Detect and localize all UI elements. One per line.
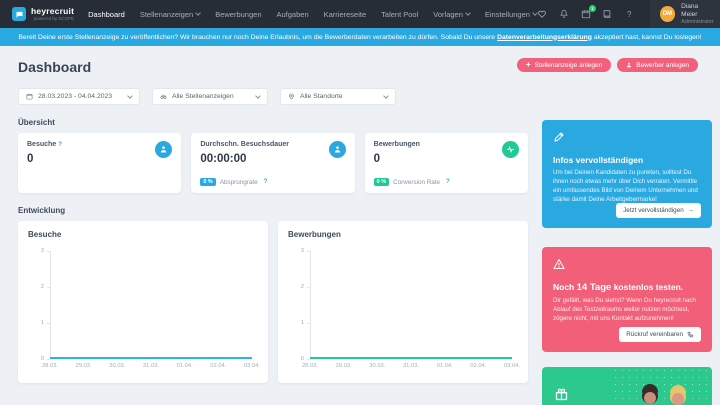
app-logo[interactable]: heyrecruit powered by SCOPE: [12, 5, 75, 22]
notifications-bell-icon[interactable]: [559, 9, 570, 20]
nav-item-dashboard[interactable]: Dashboard: [88, 10, 125, 19]
binoculars-icon: [160, 94, 167, 99]
overview-section-title: Übersicht: [18, 118, 55, 127]
user-menu[interactable]: DM Diana Meier Administrator: [649, 0, 720, 28]
nav-item-karriereseite[interactable]: Karriereseite: [324, 10, 367, 19]
help-icon[interactable]: ?: [58, 142, 62, 148]
visits-card: Besuche? 0: [18, 133, 182, 193]
callback-button[interactable]: Rückruf vereinbaren: [619, 327, 701, 342]
applications-line-chart: 0 1 2 3 28.03. 29.03. 30.03. 31.03. 01.04. 02.04.…: [300, 247, 521, 370]
development-section-title: Entwicklung: [18, 206, 66, 215]
handbook-icon[interactable]: [602, 9, 613, 20]
chevron-down-icon: [195, 10, 202, 16]
conversion-rate-badge: 0 %: [373, 178, 390, 186]
brand-icon: [12, 7, 26, 21]
trial-card-body: Dir gefällt, was Du siehst? Wenn Du heyr…: [553, 297, 696, 322]
map-pin-icon: [289, 93, 294, 100]
visits-chart-card: Besuche 0 1 2 3 28.03. 29.03. 30.03. 31.03. 01.0…: [18, 221, 268, 383]
nav-item-einstellungen[interactable]: Einstellungen: [485, 10, 538, 19]
chevron-down-icon: [127, 92, 133, 99]
complete-now-button[interactable]: Jetzt vervollständigen →: [616, 203, 701, 218]
chevron-down-icon: [383, 92, 389, 99]
consent-banner: Bereit Deine erste Stellenanzeige zu ver…: [0, 28, 720, 46]
page-title: Dashboard: [18, 59, 92, 75]
job-filter[interactable]: Alle Stellenanzeigen: [152, 88, 268, 105]
banner-text-before: Bereit Deine erste Stellenanzeige zu ver…: [18, 33, 496, 41]
info-card-title: Infos vervollständigen: [553, 155, 644, 165]
nav-item-vorlagen[interactable]: Vorlagen: [433, 10, 471, 19]
chart-title: Besuche: [28, 230, 62, 239]
nav-item-stellenanzeigen[interactable]: Stellenanzeigen: [140, 10, 202, 19]
pulse-icon: [501, 141, 519, 158]
visitor-icon: [328, 141, 346, 158]
chevron-down-icon: [465, 10, 471, 16]
top-navbar: heyrecruit powered by SCOPE Dashboard St…: [0, 0, 720, 28]
bounce-rate-badge: 0 %: [200, 178, 216, 186]
favorites-heart-icon[interactable]: [537, 9, 548, 20]
brand-subtitle: powered by SCOPE: [33, 16, 75, 21]
person-icon: [627, 62, 632, 68]
applications-card: Bewerbungen 0 0 % Conversion Rate ?: [364, 133, 528, 193]
location-filter[interactable]: Alle Standorte: [280, 88, 396, 105]
promo-sidebar: Infos vervollständigen Um bei Deinen Kan…: [542, 46, 712, 405]
chevron-down-icon: [255, 92, 261, 99]
complete-info-card: Infos vervollständigen Um bei Deinen Kan…: [542, 120, 712, 228]
avg-duration-value: 00:00:00: [200, 153, 247, 165]
plus-icon: +: [525, 60, 531, 69]
nav-item-talent-pool[interactable]: Talent Pool: [381, 10, 418, 19]
create-applicant-button[interactable]: Bewerber anlegen: [617, 58, 698, 72]
pencil-icon: [553, 130, 565, 147]
warning-triangle-icon: [553, 257, 565, 274]
notification-count-badge: 1: [589, 4, 597, 12]
gift-icon: [554, 387, 569, 405]
arrow-right-icon: →: [687, 207, 694, 214]
visits-line-chart: 0 1 2 3 28.03. 29.03. 30.03. 31.03. 01.04. 02.04.…: [40, 247, 261, 370]
help-icon[interactable]: ?: [624, 9, 635, 20]
help-icon[interactable]: ?: [264, 179, 268, 185]
applications-chart-card: Bewerbungen 0 1 2 3 28.03. 29.03. 30.03. 31.03.…: [278, 221, 528, 383]
date-range-filter[interactable]: 28.03.2023 - 04.04.2023: [18, 88, 140, 105]
conversion-rate-label: Conversion Rate: [393, 178, 441, 186]
card-title: Bewerbungen: [373, 141, 420, 148]
phone-icon: [687, 331, 694, 338]
avatar: DM: [659, 6, 676, 22]
nav-item-aufgaben[interactable]: Aufgaben: [277, 10, 309, 19]
applications-value: 0: [373, 153, 381, 165]
main-nav: Dashboard Stellenanzeigen Bewerbungen Au…: [88, 10, 538, 19]
privacy-declaration-link[interactable]: Datenverarbeitungserklärung: [497, 34, 592, 41]
gift-promo-card[interactable]: [542, 367, 712, 405]
trial-card: Noch 14 Tage kostenlos testen. Dir gefäl…: [542, 247, 712, 352]
info-card-body: Um bei Deinen Kandidaten zu punkten, sol…: [553, 169, 698, 203]
visits-value: 0: [27, 153, 34, 165]
card-title: Durchschn. Besuchsdauer: [200, 141, 290, 148]
user-role: Administrator: [681, 19, 714, 26]
chart-title: Bewerbungen: [288, 230, 341, 239]
trial-card-title: Noch 14 Tage kostenlos testen.: [553, 282, 684, 293]
user-name: Diana Meier: [681, 2, 699, 18]
nav-item-bewerbungen[interactable]: Bewerbungen: [215, 10, 261, 19]
bounce-rate-label: Absprungrate: [219, 178, 258, 186]
create-job-button[interactable]: + Stellenanzeige anlegen: [516, 58, 612, 72]
card-title: Besuche?: [27, 141, 62, 148]
brand-name: heyrecruit: [31, 5, 75, 16]
avg-duration-card: Durchschn. Besuchsdauer 00:00:00 0 % Abs…: [191, 133, 355, 193]
people-illustration: [630, 382, 696, 405]
banner-text-after: akzeptiert hast, kannst Du loslegen!: [593, 33, 702, 41]
help-icon[interactable]: ?: [446, 179, 450, 185]
calendar-icon: [26, 93, 33, 100]
calendar-icon[interactable]: 1: [580, 4, 597, 20]
